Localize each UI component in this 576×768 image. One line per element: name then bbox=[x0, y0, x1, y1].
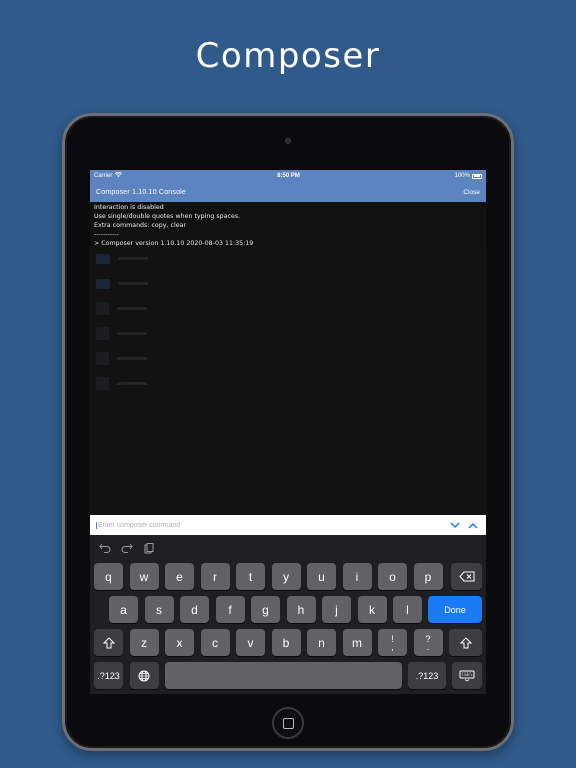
undo-icon[interactable] bbox=[98, 541, 112, 555]
numbers-key-right[interactable]: .?123 bbox=[408, 662, 446, 689]
key-y[interactable]: y bbox=[271, 563, 301, 590]
key-k[interactable]: k bbox=[357, 596, 387, 623]
key-n[interactable]: n bbox=[307, 629, 336, 656]
folder-icon bbox=[96, 253, 110, 264]
key-a[interactable]: a bbox=[109, 596, 138, 623]
console-line: Use single/double quotes when typing spa… bbox=[94, 213, 241, 220]
key-t[interactable]: t bbox=[236, 563, 265, 590]
key-e[interactable]: e bbox=[165, 563, 194, 590]
chevron-down-icon[interactable] bbox=[448, 518, 462, 532]
keyboard: q w e r t y u i o p a s d f g h j k l Do… bbox=[90, 535, 486, 694]
console-line: Extra commands: copy, clear bbox=[94, 222, 187, 229]
key-o[interactable]: o bbox=[378, 563, 407, 590]
key-s[interactable]: s bbox=[144, 596, 174, 623]
paste-icon[interactable] bbox=[142, 541, 156, 555]
list-item bbox=[90, 271, 486, 296]
key-u[interactable]: u bbox=[307, 563, 336, 590]
keyboard-hide-icon[interactable] bbox=[452, 662, 482, 689]
status-time: 8:50 PM bbox=[277, 173, 300, 179]
console-line: Interaction is disabled bbox=[94, 204, 164, 211]
command-bar bbox=[90, 515, 486, 535]
key-p[interactable]: p bbox=[413, 563, 443, 590]
key-v[interactable]: v bbox=[236, 629, 265, 656]
list-item bbox=[90, 346, 486, 371]
key-question-period[interactable]: ? . bbox=[413, 629, 443, 656]
key-r[interactable]: r bbox=[200, 563, 230, 590]
wifi-icon bbox=[115, 171, 123, 180]
key-d[interactable]: d bbox=[180, 596, 209, 623]
file-icon bbox=[96, 327, 109, 340]
file-icon bbox=[96, 302, 109, 315]
key-c[interactable]: c bbox=[200, 629, 230, 656]
key-l[interactable]: l bbox=[393, 596, 422, 623]
key-bottom-label: , bbox=[391, 641, 394, 652]
file-icon bbox=[96, 377, 109, 390]
folder-icon bbox=[96, 278, 110, 289]
app-screen: Carrier 8:50 PM 100% Composer 1.10.10 Co… bbox=[90, 170, 486, 694]
key-i[interactable]: i bbox=[342, 563, 372, 590]
console-navbar: Composer 1.10.10 Console Close bbox=[90, 182, 486, 202]
numbers-key-left[interactable]: .?123 bbox=[94, 662, 123, 689]
globe-icon[interactable] bbox=[129, 662, 159, 689]
file-icon bbox=[96, 352, 109, 365]
key-m[interactable]: m bbox=[342, 629, 372, 656]
redo-icon[interactable] bbox=[120, 541, 134, 555]
console-output: Interaction is disabled Use single/doubl… bbox=[90, 202, 486, 247]
key-x[interactable]: x bbox=[165, 629, 194, 656]
key-j[interactable]: j bbox=[322, 596, 351, 623]
home-square-icon bbox=[282, 717, 294, 729]
key-exclaim-comma[interactable]: ! , bbox=[378, 629, 407, 656]
key-z[interactable]: z bbox=[129, 629, 159, 656]
list-item bbox=[90, 321, 486, 346]
shift-icon[interactable] bbox=[449, 629, 482, 656]
chevron-up-icon[interactable] bbox=[466, 518, 480, 532]
background-file-list bbox=[90, 246, 486, 396]
key-q[interactable]: q bbox=[94, 563, 123, 590]
list-item bbox=[90, 371, 486, 396]
key-h[interactable]: h bbox=[286, 596, 316, 623]
status-bar: Carrier 8:50 PM 100% bbox=[90, 170, 486, 182]
battery-percent: 100% bbox=[454, 173, 470, 179]
backspace-icon[interactable] bbox=[451, 563, 482, 590]
console-title: Composer 1.10.10 Console bbox=[96, 188, 187, 196]
list-item bbox=[90, 246, 486, 271]
key-bottom-label: . bbox=[426, 641, 430, 652]
home-button[interactable] bbox=[272, 707, 304, 739]
carrier-label: Carrier bbox=[94, 173, 113, 179]
key-b[interactable]: b bbox=[271, 629, 301, 656]
camera-icon bbox=[285, 138, 291, 144]
close-button[interactable]: Close bbox=[463, 189, 480, 196]
key-g[interactable]: g bbox=[251, 596, 280, 623]
promo-headline: Composer bbox=[195, 36, 381, 76]
space-bar[interactable] bbox=[165, 662, 402, 689]
key-w[interactable]: w bbox=[129, 563, 159, 590]
battery-icon bbox=[471, 173, 482, 179]
keyboard-shortcuts bbox=[90, 535, 486, 561]
command-input[interactable] bbox=[96, 521, 444, 529]
done-button[interactable]: Done bbox=[428, 596, 482, 623]
console-line: ----------- bbox=[94, 231, 119, 238]
key-f[interactable]: f bbox=[215, 596, 245, 623]
list-item bbox=[90, 296, 486, 321]
shift-icon[interactable] bbox=[94, 629, 123, 656]
